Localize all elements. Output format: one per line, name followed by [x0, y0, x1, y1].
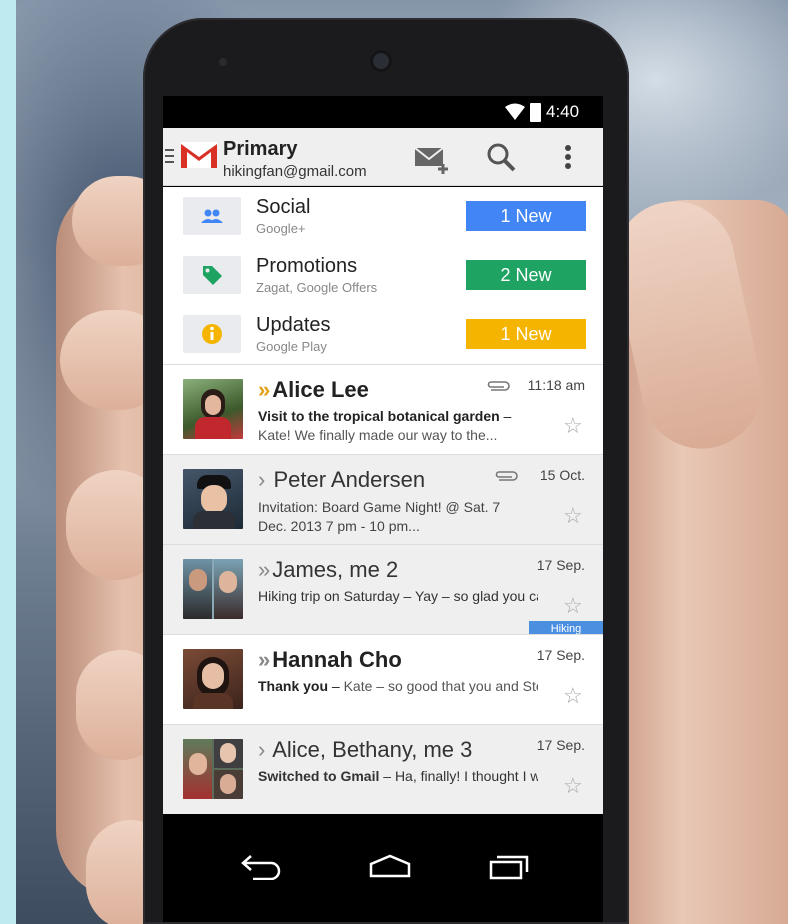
email-date: 17 Sep. [536, 557, 585, 573]
category-subtitle: Google Play [256, 339, 327, 354]
email-row[interactable]: »James, me 2 17 Sep. Hiking trip on Satu… [163, 544, 603, 637]
attachment-icon [495, 471, 518, 481]
front-camera [370, 50, 392, 72]
star-icon[interactable]: ☆ [563, 415, 583, 437]
email-date: 15 Oct. [539, 467, 585, 483]
important-marker-icon[interactable]: › [258, 737, 265, 762]
star-icon[interactable]: ☆ [563, 595, 583, 617]
email-snippet: Kate! We finally made our way to the... [258, 427, 498, 443]
category-updates[interactable]: Updates Google Play 1 New [163, 305, 603, 364]
sender-avatar[interactable] [183, 739, 243, 799]
email-row[interactable]: › Peter Andersen 15 Oct. Invitation: Boa… [163, 454, 603, 544]
hamburger-icon[interactable] [165, 149, 174, 163]
email-snippet: Invitation: Board Game Night! @ Sat. 7 D… [258, 499, 501, 534]
category-name: Social [256, 196, 311, 218]
new-count-badge: 1 New [466, 201, 586, 231]
email-date: 17 Sep. [536, 737, 585, 753]
category-subtitle: Google+ [256, 221, 306, 236]
category-name: Promotions [256, 255, 358, 277]
inbox-list: Social Google+ 1 New Promotions Zagat, G… [163, 187, 603, 814]
category-social[interactable]: Social Google+ 1 New [163, 187, 603, 246]
email-subject: Thank you – Kate – so good that you and … [258, 678, 538, 694]
sender-avatar[interactable] [183, 559, 243, 619]
account-title[interactable]: Primary [223, 138, 298, 161]
phone-device: 4:40 Primary hikingfan@gmail.com Social … [143, 18, 629, 924]
sender-avatar[interactable] [183, 469, 243, 529]
email-sender: »James, me 2 [258, 557, 399, 582]
important-marker-icon[interactable]: » [258, 377, 270, 402]
email-sender: › Alice, Bethany, me 3 [258, 737, 473, 762]
email-sender: »Alice Lee [258, 377, 369, 402]
important-marker-icon[interactable]: › [258, 467, 265, 492]
email-subject: Visit to the tropical botanical garden – [258, 408, 512, 424]
category-name: Updates [256, 314, 331, 336]
email-date: 11:18 am [527, 377, 585, 393]
sender-avatar[interactable] [183, 649, 243, 709]
email-row[interactable]: »Alice Lee 11:18 am Visit to the tropica… [163, 364, 603, 454]
thread-count: 3 [460, 737, 473, 762]
account-email[interactable]: hikingfan@gmail.com [223, 163, 367, 180]
star-icon[interactable]: ☆ [563, 775, 583, 797]
people-icon [183, 197, 241, 235]
back-icon[interactable] [239, 852, 285, 880]
email-date: 17 Sep. [536, 647, 585, 663]
app-bar: Primary hikingfan@gmail.com [163, 128, 603, 186]
important-marker-icon[interactable]: » [258, 647, 270, 672]
info-icon [183, 315, 241, 353]
sender-avatar[interactable] [183, 379, 243, 439]
battery-icon [530, 103, 541, 122]
proximity-sensor [219, 58, 227, 66]
new-count-badge: 2 New [466, 260, 586, 290]
email-subject: Hiking trip on Saturday – Yay – so glad … [258, 588, 538, 604]
email-subject: Switched to Gmail – Ha, finally! I thoug… [258, 768, 538, 784]
thread-count: 2 [385, 557, 399, 582]
search-icon[interactable] [486, 142, 518, 174]
new-count-badge: 1 New [466, 319, 586, 349]
recent-apps-icon[interactable] [485, 852, 531, 880]
phone-screen: 4:40 Primary hikingfan@gmail.com Social … [163, 96, 603, 922]
compose-icon[interactable] [413, 142, 451, 174]
tag-icon [183, 256, 241, 294]
email-sender: »Hannah Cho [258, 647, 402, 672]
star-icon[interactable]: ☆ [563, 505, 583, 527]
important-marker-icon[interactable]: » [258, 557, 270, 582]
email-row[interactable]: › Alice, Bethany, me 3 17 Sep. Switched … [163, 724, 603, 814]
overflow-menu-icon[interactable] [563, 142, 573, 174]
home-icon[interactable] [367, 852, 413, 880]
star-icon[interactable]: ☆ [563, 685, 583, 707]
navigation-bar [163, 822, 603, 922]
category-promotions[interactable]: Promotions Zagat, Google Offers 2 New [163, 246, 603, 305]
category-subtitle: Zagat, Google Offers [256, 280, 378, 295]
wifi-icon [505, 103, 525, 120]
email-sender: › Peter Andersen [258, 467, 426, 492]
status-bar: 4:40 [163, 96, 603, 128]
status-time: 4:40 [546, 102, 580, 121]
attachment-icon [487, 381, 510, 391]
gmail-logo-icon[interactable] [181, 142, 217, 168]
email-row[interactable]: »Hannah Cho 17 Sep. Thank you – Kate – s… [163, 634, 603, 724]
